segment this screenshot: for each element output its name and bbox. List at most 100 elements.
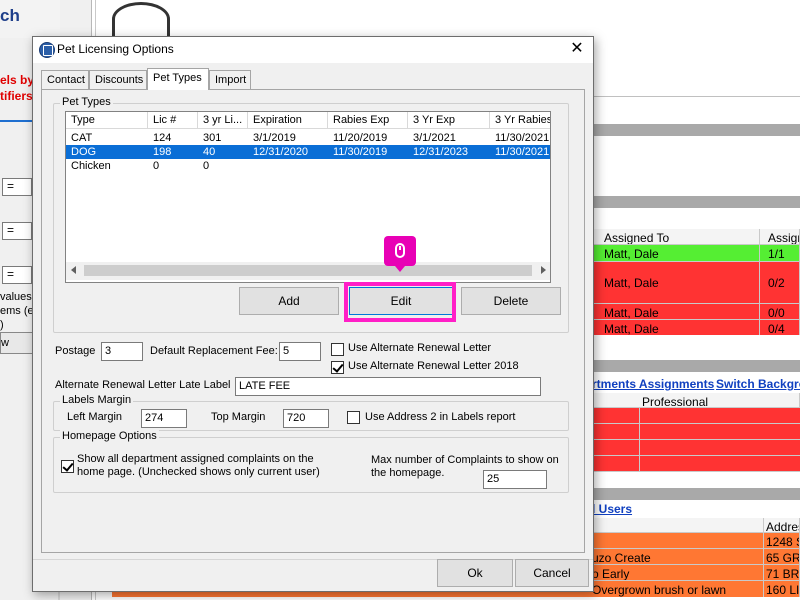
users-row[interactable]: o Early 71 BRO — [592, 565, 800, 581]
max-complaints-label-line1: Max number of Complaints to show on — [371, 454, 559, 466]
city-seal-logo — [112, 2, 170, 36]
users-row[interactable]: Overgrown brush or lawn 160 LIM — [592, 581, 800, 597]
cell-expiration: 12/31/2020 — [253, 146, 309, 158]
scroll-right-icon[interactable] — [541, 266, 546, 274]
show-all-complaints-checkbox[interactable] — [61, 460, 74, 473]
tab-discounts[interactable]: Discounts — [89, 70, 147, 89]
background-section-bar-4 — [592, 488, 800, 500]
column-3yr-lic[interactable]: 3 yr Li... — [198, 112, 248, 129]
cancel-button[interactable]: Cancel — [515, 559, 589, 587]
users-row-address: 65 GRA — [766, 549, 800, 564]
click-highlight-box — [344, 282, 456, 322]
background-section-bar-2 — [592, 196, 800, 208]
list-row[interactable]: CAT 124 301 3/1/2019 11/20/2019 3/1/2021… — [66, 131, 550, 145]
cell-rabies-exp: 11/20/2019 — [333, 132, 388, 144]
users-row-left — [592, 533, 764, 548]
tab-label: Discounts — [95, 74, 144, 86]
professional-row[interactable] — [592, 424, 800, 440]
tab-label: Import — [215, 74, 247, 86]
list-header: Type Lic # 3 yr Li... Expiration Rabies … — [66, 112, 550, 129]
filter-operator-3[interactable]: = — [2, 266, 32, 284]
assignment-row[interactable]: Matt, Dale 1/1 — [592, 245, 800, 261]
max-complaints-input[interactable]: 25 — [483, 470, 547, 489]
tab-label: Contact — [47, 74, 85, 86]
background-left-button[interactable]: w — [0, 332, 36, 354]
assignment-row[interactable]: Matt, Dale 0/0 — [592, 303, 800, 319]
cell-3yr-exp: 3/1/2021 — [413, 132, 456, 144]
list-row[interactable]: Chicken 0 0 — [66, 159, 550, 173]
add-button[interactable]: Add — [239, 287, 339, 315]
column-3yr-exp[interactable]: 3 Yr Exp — [408, 112, 490, 129]
alternate-renewal-2018-label: Use Alternate Renewal Letter 2018 — [348, 360, 519, 372]
address-2-label: Use Address 2 in Labels report — [365, 411, 516, 423]
assignment-name: Matt, Dale — [592, 262, 760, 303]
background-divider-line — [592, 96, 800, 97]
left-button-label: w — [1, 337, 9, 349]
column-3yr-rabies[interactable]: 3 Yr Rabies — [490, 112, 550, 129]
top-margin-input[interactable]: 720 — [283, 409, 329, 428]
column-expiration[interactable]: Expiration — [248, 112, 328, 129]
professional-header-row: Professional — [592, 393, 800, 408]
replacement-fee-input[interactable]: 5 — [279, 342, 321, 361]
cell-lic: 124 — [153, 132, 172, 144]
assignment-count: 1/1 — [760, 245, 800, 261]
alternate-renewal-2018-checkbox[interactable] — [331, 361, 344, 374]
professional-header: Professional — [640, 393, 800, 407]
cell-lic: 198 — [153, 146, 172, 158]
departments-assignments-link[interactable]: rtments Assignments — [592, 377, 714, 391]
professional-cell — [592, 440, 640, 455]
users-row-left: uzo Create — [592, 549, 764, 564]
close-button[interactable]: ✕ — [563, 38, 591, 62]
column-rabies-exp[interactable]: Rabies Exp — [328, 112, 408, 129]
scrollbar-thumb[interactable] — [84, 265, 532, 276]
column-type[interactable]: Type — [66, 112, 148, 129]
cancel-button-label: Cancel — [533, 566, 571, 580]
pet-licensing-options-dialog: Pet Licensing Options ✕ Contact Discount… — [32, 36, 594, 592]
postage-input[interactable]: 3 — [101, 342, 143, 361]
assignment-row[interactable]: Matt, Dale 0/4 — [592, 319, 800, 335]
cell-type: CAT — [71, 132, 93, 144]
cell-expiration: 3/1/2019 — [253, 132, 296, 144]
tab-import[interactable]: Import — [209, 70, 251, 89]
professional-row[interactable] — [592, 456, 800, 472]
pet-types-list[interactable]: Type Lic # 3 yr Li... Expiration Rabies … — [65, 111, 551, 283]
cell-type: Chicken — [71, 160, 111, 172]
ok-button[interactable]: Ok — [437, 559, 513, 587]
tab-pet-types[interactable]: Pet Types — [147, 68, 209, 90]
cell-3yr-exp: 12/31/2023 — [413, 146, 469, 158]
users-link[interactable]: l Users — [592, 502, 632, 516]
users-row-address: 71 BRO — [766, 565, 800, 580]
professional-cell — [592, 408, 640, 423]
left-margin-input[interactable]: 274 — [141, 409, 187, 428]
background-section-bar-3 — [592, 360, 800, 372]
users-header-blank — [592, 518, 764, 532]
mouse-click-badge — [384, 236, 416, 272]
scroll-left-icon[interactable] — [71, 266, 76, 274]
column-lic[interactable]: Lic # — [148, 112, 198, 129]
horizontal-scrollbar[interactable] — [66, 262, 550, 280]
alternate-renewal-checkbox[interactable] — [331, 343, 344, 356]
users-row[interactable]: uzo Create 65 GRA — [592, 549, 800, 565]
filter-operator-2[interactable]: = — [2, 222, 32, 240]
professional-row[interactable] — [592, 440, 800, 456]
cell-rabies-exp: 11/30/2019 — [333, 146, 388, 158]
postage-label: Postage — [55, 345, 96, 357]
tab-contact[interactable]: Contact — [41, 70, 89, 89]
assignment-count: 0/0 — [760, 304, 800, 319]
cell-3yr-lic: 40 — [203, 146, 216, 158]
address-2-checkbox[interactable] — [347, 411, 360, 424]
tab-label: Pet Types — [153, 72, 202, 84]
late-label-input[interactable]: LATE FEE — [235, 377, 541, 396]
users-header-row: Addres — [592, 518, 800, 533]
switch-background-link[interactable]: Switch Backgro — [716, 377, 800, 391]
list-row-selected[interactable]: DOG 198 40 12/31/2020 11/30/2019 12/31/2… — [66, 145, 550, 159]
replacement-fee-label: Default Replacement Fee: — [150, 345, 278, 357]
users-row[interactable]: 1248 S — [592, 533, 800, 549]
filter-operator-1[interactable]: = — [2, 178, 32, 196]
professional-row[interactable] — [592, 408, 800, 424]
labels-margin-group-title: Labels Margin — [60, 394, 134, 406]
cell-3yr-rabies: 11/30/2021 — [495, 132, 550, 144]
delete-button[interactable]: Delete — [461, 287, 561, 315]
left-margin-label: Left Margin — [67, 411, 123, 423]
assignment-row[interactable]: Matt, Dale 0/2 — [592, 261, 800, 303]
